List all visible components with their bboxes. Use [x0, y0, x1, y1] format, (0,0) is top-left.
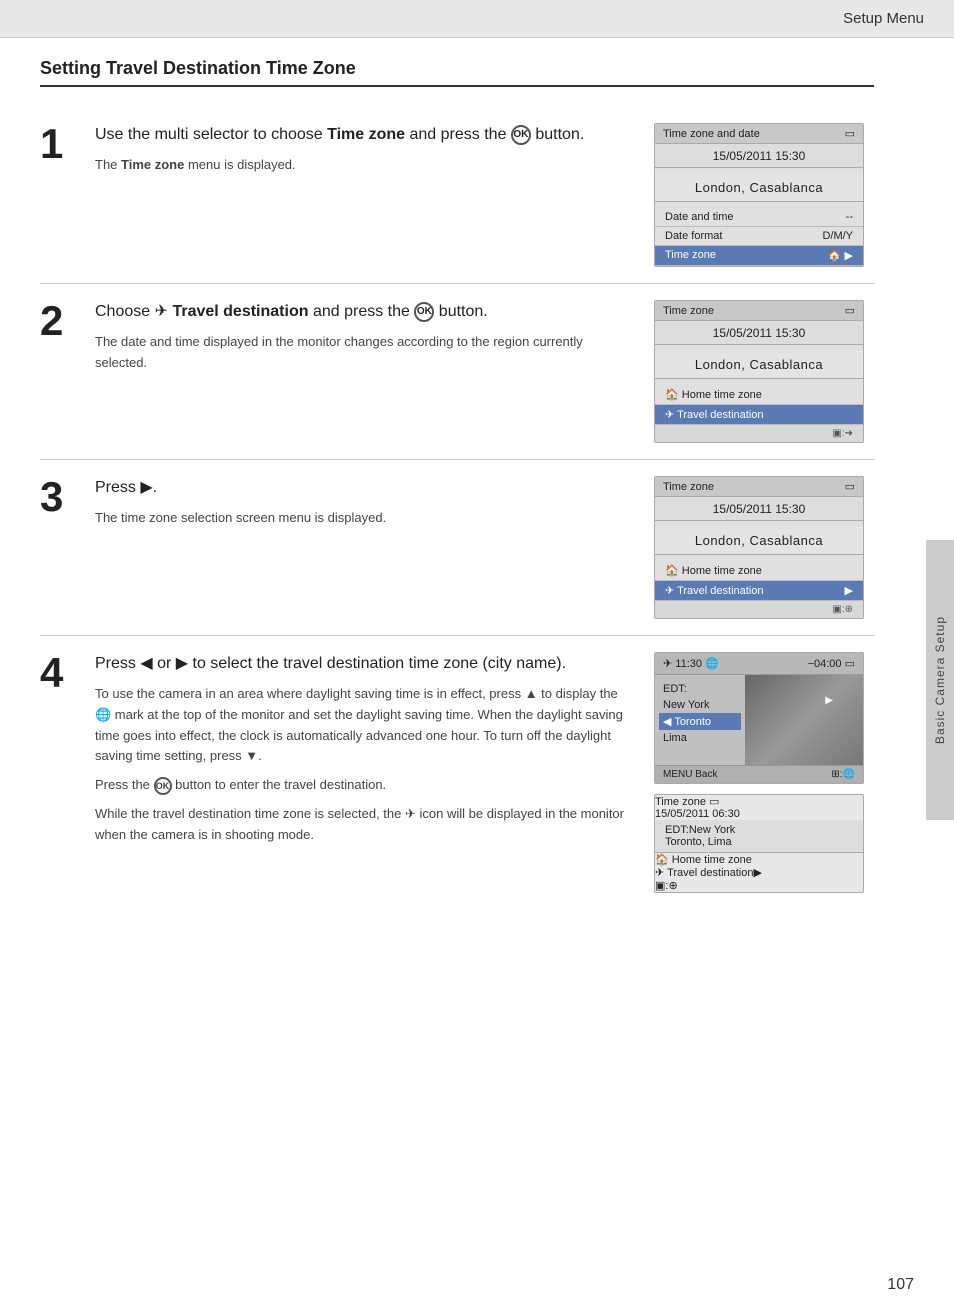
step-1-number: 1 [40, 123, 95, 165]
step-3-body: Press ▶. The time zone selection screen … [95, 476, 654, 529]
world-header-right: −04:00 ▭ [808, 657, 855, 670]
side-tab-text: Basic Camera Setup [933, 616, 947, 744]
city-lima: Lima [663, 730, 737, 746]
cam-screen-4b: Time zone ▭ 15/05/2011 06:30 EDT:New Yor… [654, 794, 864, 893]
cam-world-footer: MENU Back ⊞:🌐 [655, 765, 863, 783]
cam-screen-1: Time zone and date ▭ 15/05/2011 15:30 Lo… [654, 123, 864, 267]
page: Setup Menu Basic Camera Setup Setting Tr… [0, 0, 954, 1314]
cam-menu-travel-4b: ✈ Travel destination▶ [655, 866, 863, 879]
page-header: Setup Menu [0, 0, 954, 38]
step-4-sub3: While the travel destination time zone i… [95, 804, 634, 846]
step-4: 4 Press ◀ or ▶ to select the travel dest… [40, 636, 874, 909]
cam-city-3: London, Casablanca [655, 527, 863, 555]
cam-menu-date-time: Date and time-- [655, 208, 863, 227]
step-4-sub2: Press the OK button to enter the travel … [95, 775, 634, 796]
cam-date-4b: 15/05/2011 06:30 [655, 808, 863, 820]
side-tab: Basic Camera Setup [926, 540, 954, 820]
cam-title-bar-2: Time zone ▭ [655, 301, 863, 321]
header-label: Setup Menu [843, 10, 924, 27]
world-footer-left: MENU Back [663, 769, 717, 780]
cam-title-bar-1: Time zone and date ▭ [655, 124, 863, 144]
world-header-left: ✈ 11:30 🌐 [663, 657, 719, 670]
cam-menu-travel-3: ✈ Travel destination▶ [655, 581, 863, 601]
step-2-image: Time zone ▭ 15/05/2011 15:30 London, Cas… [654, 300, 874, 443]
cam-footer-4b: ▣:⊕ [655, 879, 863, 892]
cam-world-cities: EDT: New York ◀ Toronto Lima [655, 675, 745, 765]
step-3: 3 Press ▶. The time zone selection scree… [40, 460, 874, 636]
step-3-image: Time zone ▭ 15/05/2011 15:30 London, Cas… [654, 476, 874, 619]
ok-button-icon-2: OK [414, 302, 434, 322]
cam-menu-home-4b: 🏠 Home time zone [655, 853, 863, 866]
step-1-image: Time zone and date ▭ 15/05/2011 15:30 Lo… [654, 123, 874, 267]
step-3-sub: The time zone selection screen menu is d… [95, 508, 634, 529]
cam-menu-travel-2: ✈ Travel destination [655, 405, 863, 425]
cam-menu-date-format: Date formatD/M/Y [655, 227, 863, 246]
cam-title-bar-4b: Time zone ▭ [655, 795, 863, 808]
step-4-image: ✈ 11:30 🌐 −04:00 ▭ EDT: New York ◀ Toron… [654, 652, 874, 893]
cam-menu-home-2: 🏠 Home time zone [655, 385, 863, 405]
city-toronto: ◀ Toronto [659, 713, 741, 730]
cam-world-map: ▶ [745, 675, 863, 765]
cam-world-screen: ✈ 11:30 🌐 −04:00 ▭ EDT: New York ◀ Toron… [654, 652, 864, 784]
ok-button-icon: OK [511, 125, 531, 145]
world-footer-right: ⊞:🌐 [831, 769, 855, 780]
cam-screen-3: Time zone ▭ 15/05/2011 15:30 London, Cas… [654, 476, 864, 619]
cam-city-2: London, Casablanca [655, 351, 863, 379]
map-placeholder: ▶ [745, 675, 863, 765]
cam-date-1: 15/05/2011 15:30 [655, 144, 863, 168]
step-2-sub: The date and time displayed in the monit… [95, 332, 634, 374]
city-edt: EDT: [663, 681, 737, 697]
step-1-body: Use the multi selector to choose Time zo… [95, 123, 654, 176]
cam-footer-3: ▣:⊕ [655, 601, 863, 618]
cam-menu-home-3: 🏠 Home time zone [655, 561, 863, 581]
cam-menu-timezone: Time zone🏠 ▶ [655, 246, 863, 266]
step-2: 2 Choose ✈ Travel destination and press … [40, 284, 874, 460]
step-3-number: 3 [40, 476, 95, 518]
step-3-main: Press ▶. [95, 476, 634, 500]
step-4-sub1: To use the camera in an area where dayli… [95, 684, 634, 767]
cam-title-bar-3: Time zone ▭ [655, 477, 863, 497]
step-4-main: Press ◀ or ▶ to select the travel destin… [95, 652, 634, 676]
step-1: 1 Use the multi selector to choose Time … [40, 107, 874, 284]
page-number: 107 [887, 1276, 914, 1294]
cam-world-header: ✈ 11:30 🌐 −04:00 ▭ [655, 653, 863, 675]
cam-screen-2: Time zone ▭ 15/05/2011 15:30 London, Cas… [654, 300, 864, 443]
cam-footer-2: ▣:➜ [655, 425, 863, 442]
cam-icon-1: ▭ [845, 127, 855, 140]
page-title: Setting Travel Destination Time Zone [40, 58, 874, 87]
step-4-number: 4 [40, 652, 95, 694]
cam-date-2: 15/05/2011 15:30 [655, 321, 863, 345]
content: Setting Travel Destination Time Zone 1 U… [0, 38, 924, 929]
step-1-main: Use the multi selector to choose Time zo… [95, 123, 634, 147]
map-marker: ▶ [825, 695, 833, 706]
step-2-number: 2 [40, 300, 95, 342]
step-2-main: Choose ✈ Travel destination and press th… [95, 300, 634, 324]
city-newyork: New York [663, 697, 737, 713]
cam-date-3: 15/05/2011 15:30 [655, 497, 863, 521]
step-2-body: Choose ✈ Travel destination and press th… [95, 300, 654, 374]
step-1-sub: The Time zone menu is displayed. [95, 155, 634, 176]
step-4-body: Press ◀ or ▶ to select the travel destin… [95, 652, 654, 846]
cam-city-4b: EDT:New YorkToronto, Lima [655, 820, 863, 853]
cam-city-1: London, Casablanca [655, 174, 863, 202]
cam-world-body: EDT: New York ◀ Toronto Lima ▶ [655, 675, 863, 765]
cam-title-1: Time zone and date [663, 128, 760, 140]
ok-button-icon-4: OK [154, 777, 172, 795]
